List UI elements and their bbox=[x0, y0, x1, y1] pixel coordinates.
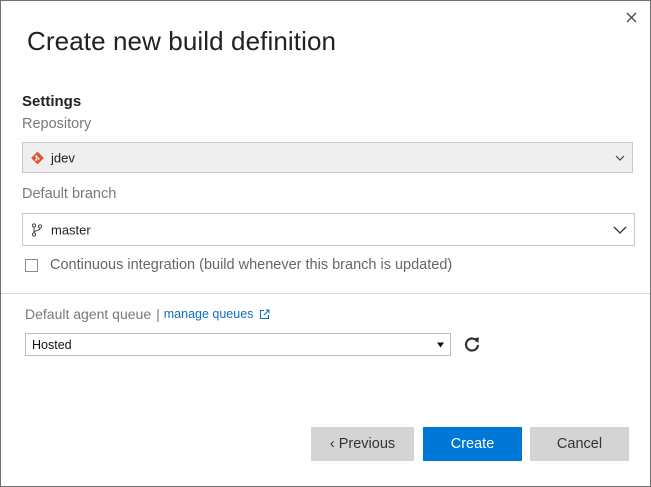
default-branch-select[interactable]: master bbox=[22, 213, 635, 246]
agent-queue-value: Hosted bbox=[32, 337, 72, 352]
continuous-integration-checkbox[interactable] bbox=[25, 258, 38, 272]
previous-button[interactable]: ‹ Previous bbox=[311, 427, 414, 461]
manage-queues-link[interactable]: manage queues bbox=[164, 307, 254, 321]
agent-queue-label-row: Default agent queue | manage queues bbox=[25, 306, 270, 322]
chevron-down-icon bbox=[613, 226, 627, 234]
agent-queue-label: Default agent queue bbox=[25, 306, 152, 322]
refresh-queues-button[interactable] bbox=[462, 334, 482, 354]
create-build-definition-dialog: Create new build definition Settings Rep… bbox=[0, 0, 651, 487]
branch-icon bbox=[31, 222, 43, 237]
agent-queue-select[interactable]: Hosted bbox=[25, 333, 451, 356]
default-branch-label: Default branch bbox=[22, 186, 117, 202]
repository-value: jdev bbox=[51, 150, 75, 165]
settings-heading: Settings bbox=[22, 93, 82, 110]
refresh-icon bbox=[464, 337, 480, 352]
chevron-down-icon bbox=[615, 155, 625, 161]
cancel-button[interactable]: Cancel bbox=[530, 427, 629, 461]
repository-select[interactable]: jdev bbox=[22, 142, 633, 173]
external-link-icon[interactable] bbox=[259, 309, 270, 320]
section-divider bbox=[1, 293, 650, 294]
dropdown-arrow-icon bbox=[437, 342, 444, 347]
default-branch-value: master bbox=[51, 222, 91, 237]
repository-label: Repository bbox=[22, 116, 92, 132]
continuous-integration-label: Continuous integration (build whenever t… bbox=[50, 257, 453, 273]
continuous-integration-row: Continuous integration (build whenever t… bbox=[25, 257, 452, 273]
dialog-title: Create new build definition bbox=[27, 26, 337, 56]
git-icon bbox=[31, 151, 44, 164]
create-button[interactable]: Create bbox=[423, 427, 522, 461]
label-separator: | bbox=[156, 306, 160, 322]
close-icon bbox=[626, 12, 636, 22]
close-button[interactable] bbox=[621, 7, 641, 27]
